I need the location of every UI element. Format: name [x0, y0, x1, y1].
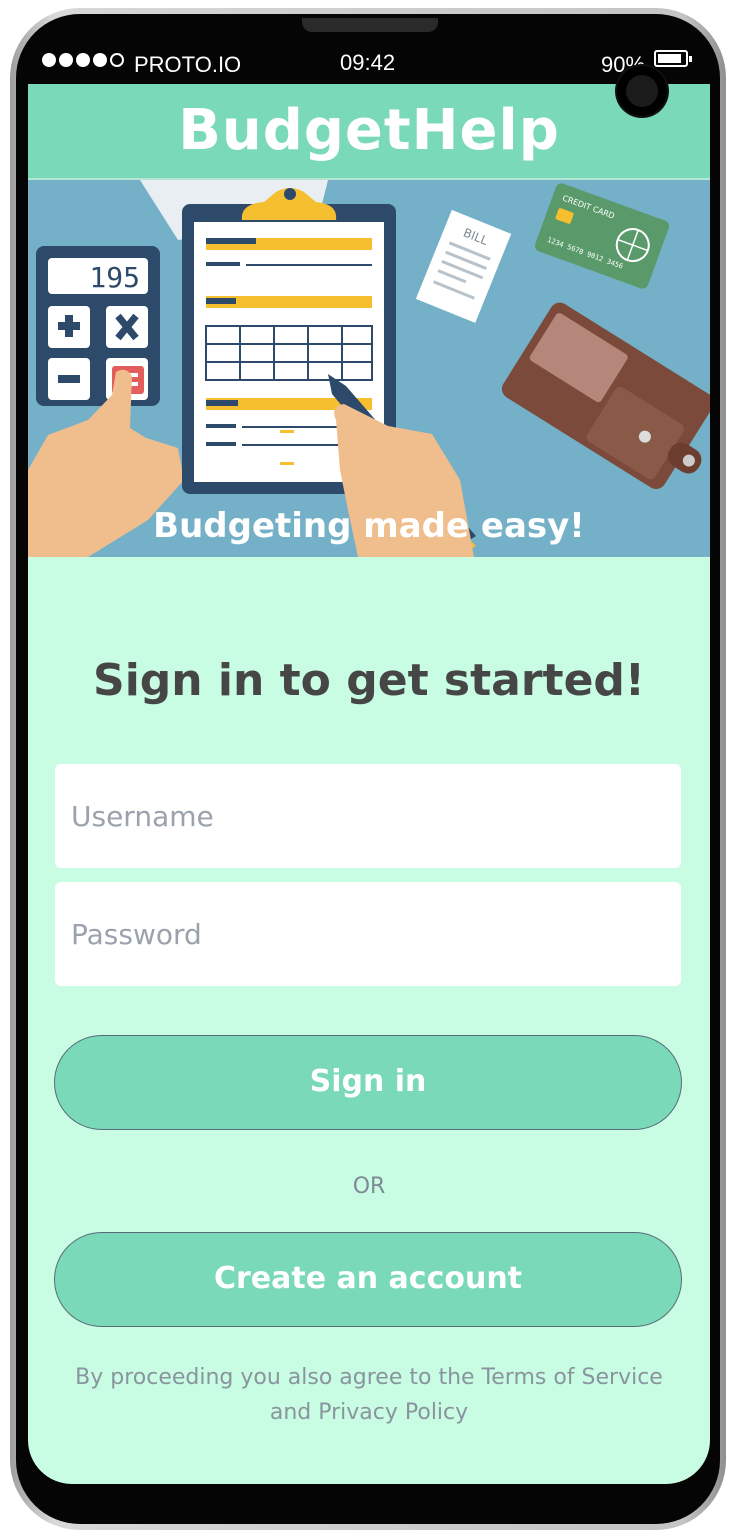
battery-icon — [654, 50, 692, 67]
hero-banner: 195 BILL CREDIT CARD 1234 5678 9012 3456… — [28, 180, 710, 557]
app-screen: BudgetHelp 195 BILL CREDIT CARD 1234 567… — [28, 84, 710, 1484]
carrier-name: PROTO.IO — [134, 52, 242, 77]
status-bar: PROTO.IO 09:42 90% — [28, 42, 710, 84]
signin-heading: Sign in to get started! — [93, 655, 645, 706]
terms-notice: By proceeding you also agree to the Term… — [75, 1365, 663, 1425]
credit-card-icon: CREDIT CARD 1234 5678 9012 3456 — [534, 183, 670, 289]
earpiece-speaker — [302, 18, 438, 32]
app-header: BudgetHelp — [28, 84, 710, 180]
front-camera — [617, 66, 667, 116]
signin-button[interactable]: Sign in — [54, 1035, 682, 1130]
username-input[interactable] — [55, 764, 681, 868]
bill-receipt-icon: BILL — [415, 209, 512, 323]
status-time: 09:42 — [340, 50, 396, 75]
calculator-icon: 195 — [36, 246, 160, 406]
calculator-display: 195 — [89, 261, 140, 294]
signal-strength-icon — [42, 53, 124, 67]
app-title: BudgetHelp — [178, 98, 560, 163]
budget-illustration: 195 BILL CREDIT CARD 1234 5678 9012 3456 — [28, 180, 710, 557]
hero-caption: Budgeting made easy! — [153, 506, 585, 546]
password-input[interactable] — [55, 882, 681, 986]
wallet-icon — [501, 302, 710, 490]
create-account-button[interactable]: Create an account — [54, 1232, 682, 1327]
or-divider: OR — [352, 1174, 386, 1199]
